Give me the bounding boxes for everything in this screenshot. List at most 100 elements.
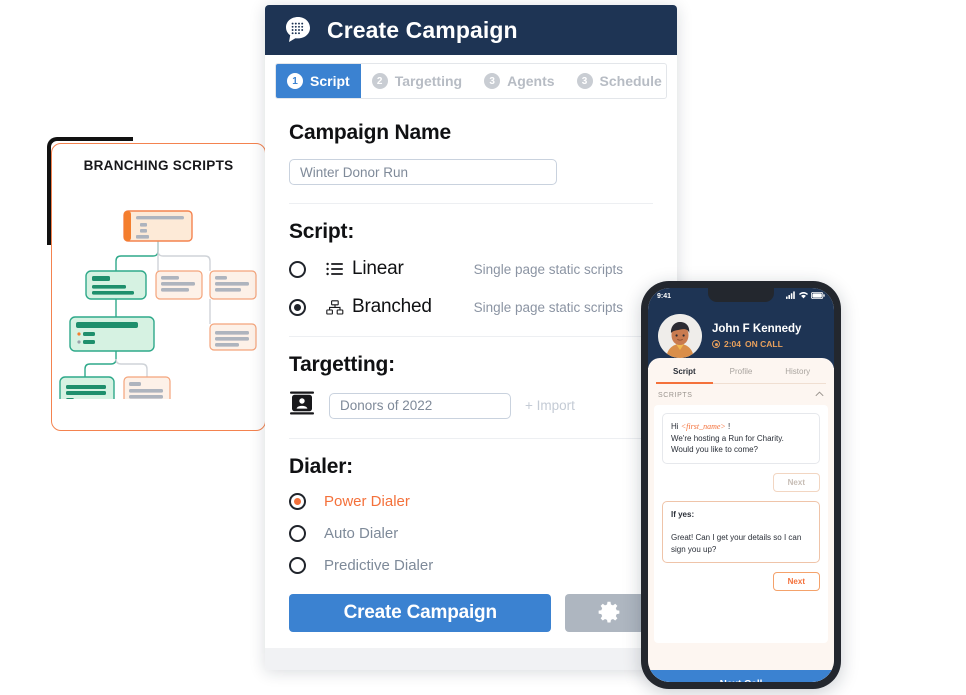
diagram-node-orange-4	[123, 376, 171, 399]
targetting-list-input[interactable]	[329, 392, 511, 419]
tab-label: Agents	[507, 73, 555, 89]
script-line-2: We're hosting a Run for Charity.	[671, 433, 784, 443]
tab-label: Schedule	[599, 73, 662, 89]
scripts-section-label: SCRIPTS	[658, 391, 693, 399]
targetting-heading: Targetting:	[289, 353, 395, 376]
script-option-label: Branched	[352, 296, 432, 317]
sitemap-icon	[324, 299, 346, 315]
battery-icon	[811, 291, 825, 301]
dialer-option-auto[interactable]: Auto Dialer	[289, 525, 653, 542]
dialer-option-label: Power Dialer	[324, 493, 410, 510]
tab-agents[interactable]: 3 Agents	[473, 64, 565, 98]
diagram-node-orange-1	[155, 270, 203, 300]
tab-number: 3	[484, 73, 501, 89]
radio-power-dialer[interactable]	[289, 493, 306, 510]
card-header: Create Campaign	[265, 5, 677, 55]
radio-auto-dialer[interactable]	[289, 525, 306, 542]
radio-linear[interactable]	[289, 260, 306, 278]
card-body: Campaign Name Script: Linear Single page…	[265, 99, 677, 632]
diagram-node-green-3	[59, 376, 115, 399]
dialer-heading: Dialer:	[289, 455, 353, 478]
caller-info: John F Kennedy 2:04 ON CALL	[712, 323, 801, 349]
script-line-2: Great! Can I get your details so I can	[671, 532, 802, 542]
call-timer: 2:04	[724, 339, 742, 349]
tab-label: Script	[310, 73, 350, 89]
dialer-option-label: Predictive Dialer	[324, 557, 434, 574]
next-button[interactable]: Next	[772, 572, 820, 592]
script-greeting-end: !	[725, 422, 731, 431]
create-campaign-button[interactable]: Create Campaign	[289, 594, 552, 632]
phone-tab-script[interactable]: Script	[656, 367, 713, 384]
phone-mockup: 9:41 John F Kennedy 2:04 ON CALL Script …	[641, 281, 841, 689]
next-button[interactable]: Next	[772, 472, 820, 492]
scripts-section-header[interactable]: SCRIPTS	[648, 384, 834, 405]
script-variable: <first_name>	[680, 422, 726, 431]
divider	[289, 438, 653, 439]
diagram-node-green-2	[69, 316, 155, 352]
status-time: 9:41	[657, 292, 672, 300]
dialer-option-label: Auto Dialer	[324, 525, 399, 542]
phone-panel: Script Profile History SCRIPTS Hi <first…	[648, 358, 834, 682]
wizard-tabs: 1 Script 2 Targetting 3 Agents 3 Schedul…	[275, 63, 667, 99]
phone-tabs: Script Profile History	[648, 358, 834, 384]
dialer-option-predictive[interactable]: Predictive Dialer	[289, 557, 653, 574]
signal-bars-icon	[786, 291, 796, 301]
campaign-name-heading: Campaign Name	[289, 121, 451, 144]
phone-tab-profile[interactable]: Profile	[712, 367, 770, 384]
script-heading: If yes:	[671, 509, 695, 519]
card-actions: Create Campaign	[289, 594, 653, 632]
script-option-branched[interactable]: Branched Single page static scripts	[289, 296, 653, 318]
script-line-3: sign you up?	[671, 544, 717, 554]
tab-targetting[interactable]: 2 Targetting	[361, 64, 473, 98]
import-link[interactable]: + Import	[525, 398, 575, 413]
avatar-icon	[658, 314, 702, 358]
chat-grid-icon	[283, 15, 313, 45]
next-call-button[interactable]: Next Call	[648, 670, 834, 682]
next-row: Next	[662, 572, 820, 592]
phone-tab-history[interactable]: History	[769, 367, 827, 384]
page-title: Create Campaign	[327, 16, 518, 43]
diagram-node-orange-3	[209, 323, 257, 351]
list-icon	[324, 262, 346, 276]
settings-button[interactable]	[565, 594, 653, 632]
script-option-label: Linear	[352, 258, 404, 279]
radio-predictive-dialer[interactable]	[289, 557, 306, 574]
script-option-desc: Single page static scripts	[473, 261, 623, 277]
wifi-icon	[799, 291, 808, 301]
record-dot-icon	[712, 340, 720, 348]
call-status: 2:04 ON CALL	[712, 339, 801, 349]
divider	[289, 203, 653, 204]
tab-number: 3	[576, 73, 593, 89]
phone-notch	[708, 288, 774, 302]
diagram-node-root	[123, 210, 193, 242]
targetting-row: + Import	[289, 391, 653, 420]
create-campaign-card: Create Campaign 1 Script 2 Targetting 3 …	[265, 5, 677, 670]
callout-box: BRANCHING SCRIPTS	[51, 143, 266, 431]
caller-name: John F Kennedy	[712, 323, 802, 335]
tab-number: 2	[371, 73, 388, 89]
script-line-3: Would you like to come?	[671, 445, 759, 455]
chevron-up-icon[interactable]	[815, 391, 824, 399]
tab-schedule[interactable]: 3 Schedule	[566, 64, 666, 98]
tab-script[interactable]: 1 Script	[276, 64, 361, 98]
dialer-option-power[interactable]: Power Dialer	[289, 493, 653, 510]
tab-number: 1	[287, 73, 303, 89]
call-state: ON CALL	[745, 339, 783, 349]
next-row: Next	[662, 472, 820, 492]
diagram-node-orange-2	[209, 270, 257, 300]
script-greeting: Hi	[671, 422, 681, 431]
script-heading: Script:	[289, 220, 355, 243]
campaign-name-input[interactable]	[289, 159, 557, 185]
scripts-body: Hi <first_name> ! We're hosting a Run fo…	[654, 405, 828, 643]
script-card-greeting[interactable]: Hi <first_name> ! We're hosting a Run fo…	[662, 413, 820, 464]
script-option-linear[interactable]: Linear Single page static scripts	[289, 258, 653, 280]
tab-label: Targetting	[394, 73, 463, 89]
branching-scripts-callout: BRANCHING SCRIPTS	[47, 137, 283, 433]
script-option-desc: Single page static scripts	[473, 299, 623, 315]
callout-title: BRANCHING SCRIPTS	[83, 158, 234, 173]
radio-branched[interactable]	[289, 298, 306, 316]
diagram-node-green-1	[85, 270, 147, 300]
phone-screen: 9:41 John F Kennedy 2:04 ON CALL Script …	[648, 288, 834, 682]
card-footer	[265, 648, 677, 670]
script-card-if-yes[interactable]: If yes: Great! Can I get your details so…	[662, 500, 820, 564]
